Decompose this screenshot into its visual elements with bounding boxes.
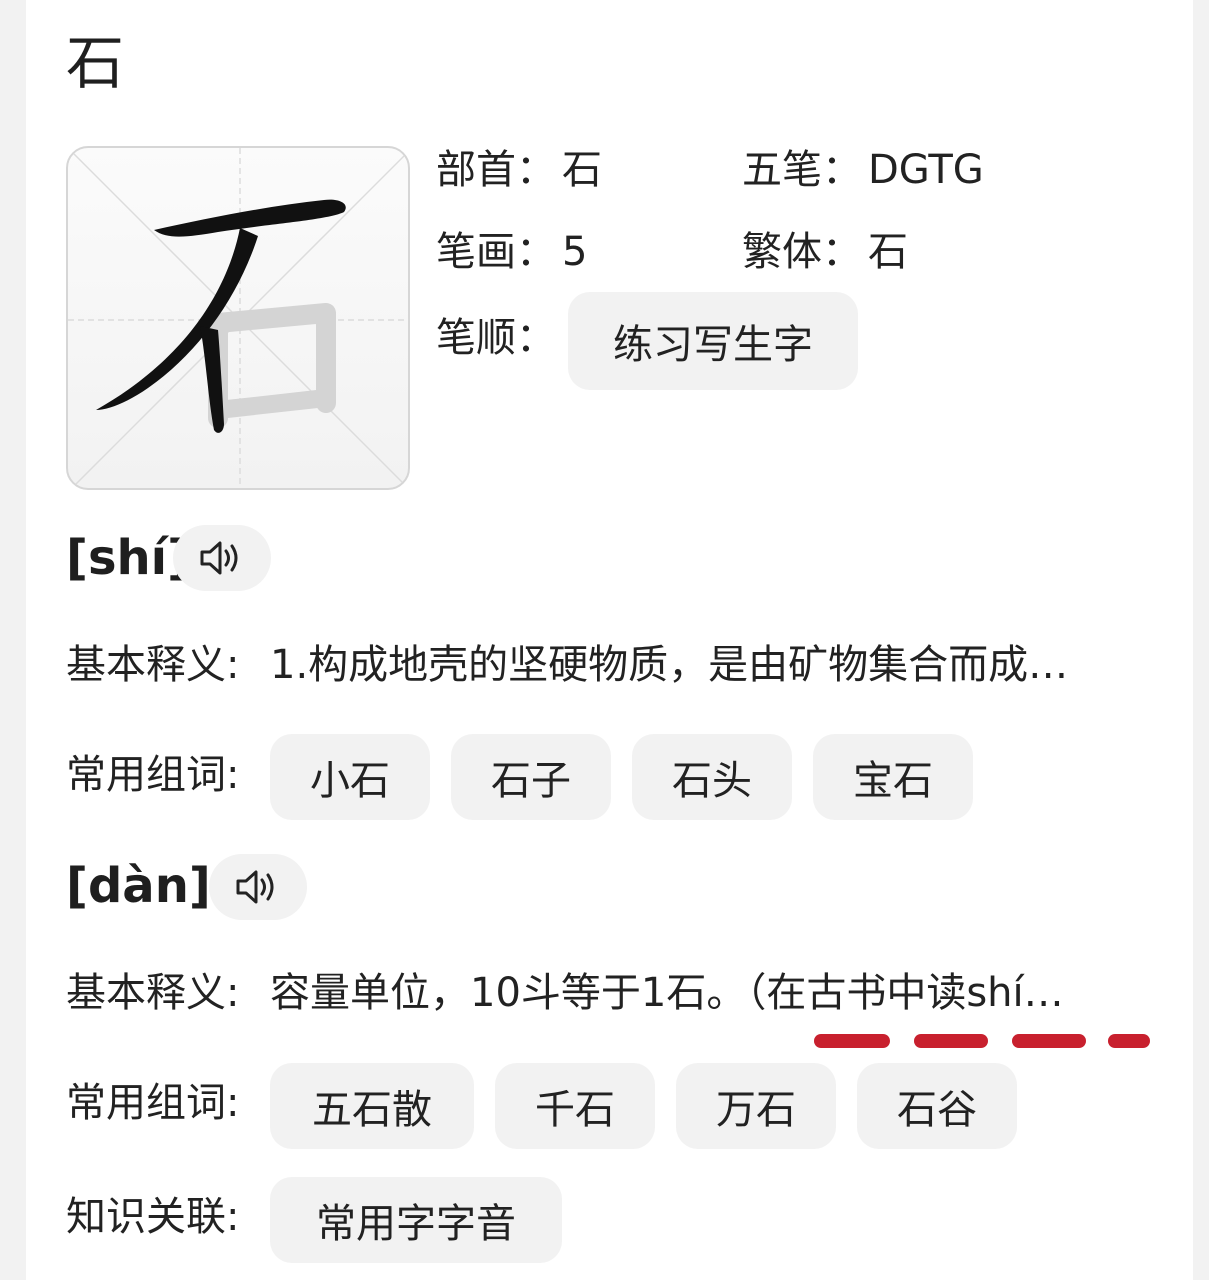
strokes-row: 笔画： 5 [436,228,587,276]
words-label-shi: 常用组词: [66,752,240,798]
traditional-label: 繁体： [742,229,862,275]
word-chip[interactable]: 石子 [451,734,611,820]
highlight-dash [1012,1034,1086,1048]
radical-label: 部首： [436,147,556,193]
strokes-label: 笔画： [436,229,556,275]
radical-value: 石 [562,147,602,193]
wubi-value: DGTG [868,147,984,193]
stroke-diagram [68,148,408,488]
definition-label-dan: 基本释义: [66,970,240,1016]
practice-button[interactable]: 练习写生字 [568,292,858,390]
highlight-dash [1108,1034,1150,1048]
traditional-row: 繁体：石 [742,228,908,276]
stroke-order-label: 笔顺： [436,315,556,361]
page-title: 石 [66,29,125,97]
highlight-dash [814,1034,890,1048]
play-sound-button-shi[interactable] [173,525,271,591]
radical-row: 部首：石 [436,146,602,194]
words-label-dan: 常用组词: [66,1080,240,1126]
character-stroke-grid[interactable] [66,146,410,490]
highlight-dash [914,1034,988,1048]
knowledge-label: 知识关联: [66,1194,240,1240]
word-chip[interactable]: 五石散 [270,1063,474,1149]
speaker-icon [200,541,238,575]
play-sound-button-dan[interactable] [209,854,307,920]
pinyin-shi: [shí] [66,530,190,586]
stroke-order-row: 笔顺： [436,314,556,362]
word-chip[interactable]: 宝石 [813,734,973,820]
knowledge-tag[interactable]: 常用字字音 [270,1177,562,1263]
word-chip[interactable]: 石谷 [857,1063,1017,1149]
definition-text-shi[interactable]: 1.构成地壳的坚硬物质，是由矿物集合而成… [270,640,1140,690]
word-chip[interactable]: 小石 [270,734,430,820]
word-chip[interactable]: 万石 [676,1063,836,1149]
definition-label-shi: 基本释义: [66,642,240,688]
word-chip[interactable]: 石头 [632,734,792,820]
wubi-label: 五笔： [742,147,862,193]
definition-text-dan[interactable]: 容量单位，10斗等于1石。（在古书中读shí… [270,968,1150,1018]
word-chip[interactable]: 千石 [495,1063,655,1149]
wubi-row: 五笔： DGTG [742,146,984,194]
speaker-icon [236,870,274,904]
strokes-value: 5 [562,229,588,275]
traditional-value: 石 [868,229,908,275]
pinyin-dan: [dàn] [66,858,211,914]
